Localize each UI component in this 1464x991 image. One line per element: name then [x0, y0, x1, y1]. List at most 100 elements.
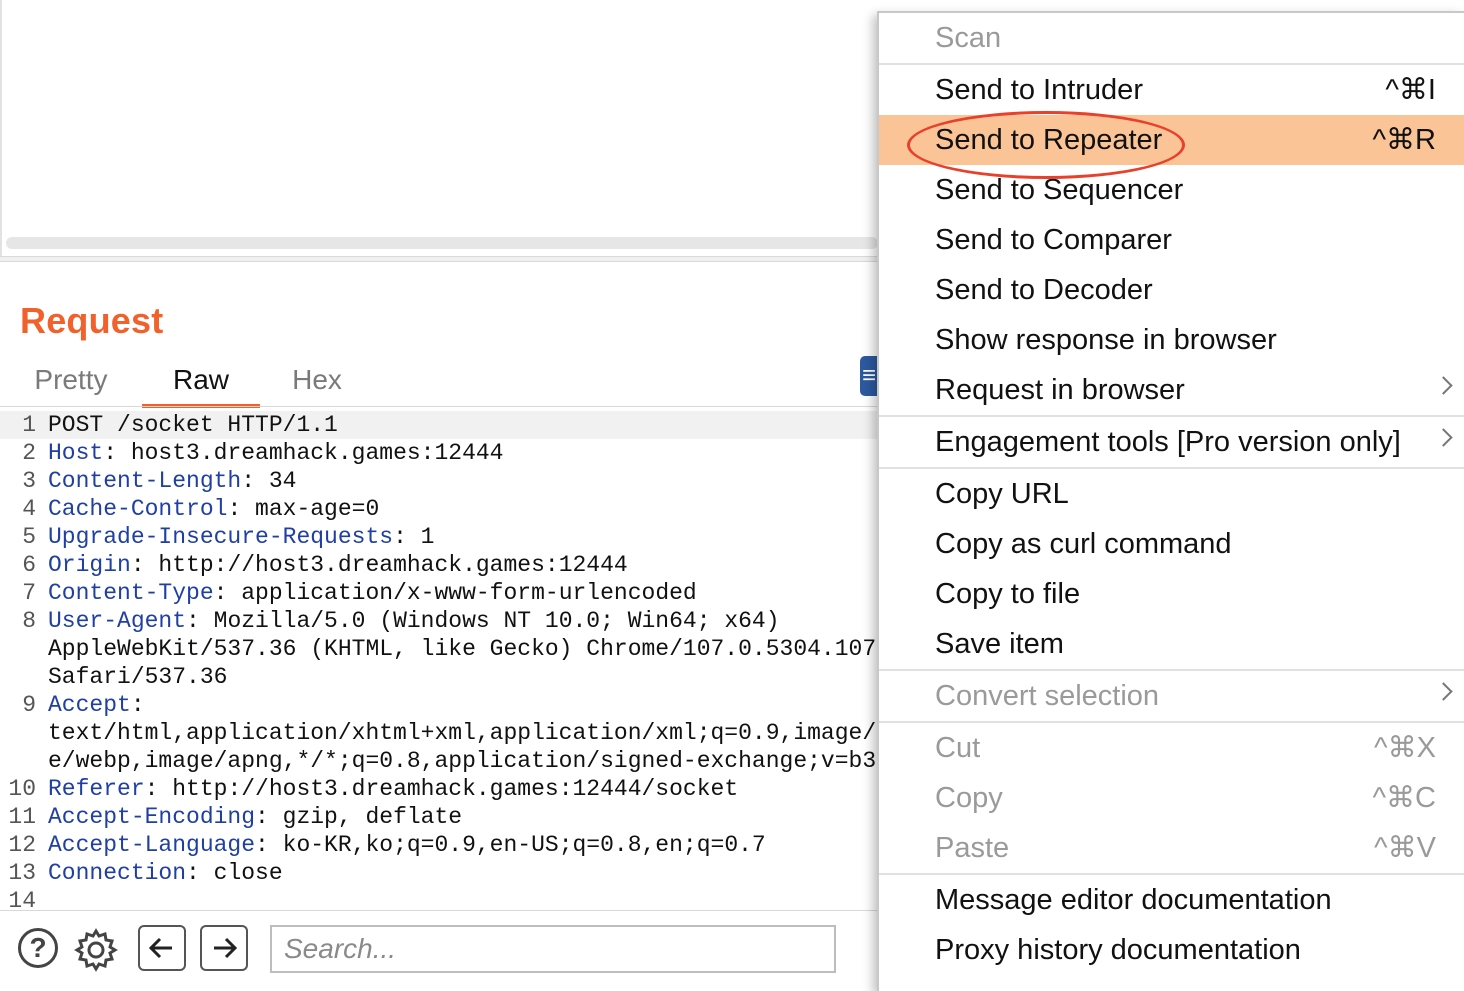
line-number: 11	[8, 804, 36, 830]
inspector-toggle-icon[interactable]: ≡	[860, 356, 878, 396]
header-name: Content-Length	[48, 468, 242, 494]
request-line[interactable]: e/webp,image/apng,*/*;q=0.8,application/…	[0, 747, 878, 775]
line-number: 4	[22, 496, 36, 522]
menu-item-label: Show response in browser	[935, 324, 1277, 356]
request-line[interactable]: AppleWebKit/537.36 (KHTML, like Gecko) C…	[0, 635, 878, 663]
menu-item-copy: Copy ^⌘C	[879, 773, 1464, 823]
menu-item-request-in-browser[interactable]: Request in browser	[879, 365, 1464, 415]
request-line[interactable]: 14	[0, 887, 878, 911]
request-line[interactable]: 11 Accept-Encoding: gzip, deflate	[0, 803, 878, 831]
request-line[interactable]: Safari/537.36	[0, 663, 878, 691]
horizontal-scrollbar[interactable]	[6, 237, 878, 249]
menu-item-label: Send to Decoder	[935, 274, 1153, 306]
header-name: Cache-Control	[48, 496, 228, 522]
line-number: 13	[8, 860, 36, 886]
request-line[interactable]: 10 Referer: http://host3.dreamhack.games:…	[0, 775, 878, 803]
pane-splitter[interactable]	[0, 256, 878, 262]
header-name: User-Agent	[48, 608, 187, 634]
chevron-right-icon	[1434, 682, 1453, 701]
chevron-right-icon	[1434, 376, 1453, 395]
request-line[interactable]: 1 POST /socket HTTP/1.1	[0, 411, 878, 439]
header-name: Accept	[48, 692, 131, 718]
arrow-left-icon	[148, 937, 172, 959]
menu-item-send-to-intruder[interactable]: Send to Intruder ^⌘I	[879, 65, 1464, 115]
menu-item-label: Copy	[935, 782, 1003, 814]
request-title: Request	[20, 300, 164, 341]
header-value: text/html,application/xhtml+xml,applicat…	[48, 720, 878, 746]
search-input[interactable]	[272, 927, 834, 971]
previous-match-button[interactable]	[138, 925, 186, 971]
header-name: Referer	[48, 776, 145, 802]
menu-item-send-to-sequencer[interactable]: Send to Sequencer	[879, 165, 1464, 215]
menu-item-show-response-in-browser[interactable]: Show response in browser	[879, 315, 1464, 365]
header-value: : ko-KR,ko;q=0.9,en-US;q=0.8,en;q=0.7	[255, 832, 766, 858]
line-number: 8	[22, 608, 36, 634]
menu-item-label: Paste	[935, 832, 1010, 864]
menu-item-copy-to-file[interactable]: Copy to file	[879, 569, 1464, 619]
header-value: :	[130, 692, 145, 718]
menu-item-cut: Cut ^⌘X	[879, 723, 1464, 773]
header-value: : 34	[241, 468, 297, 494]
request-line[interactable]: 8 User-Agent: Mozilla/5.0 (Windows NT 10.…	[0, 607, 878, 635]
request-line[interactable]: 12 Accept-Language: ko-KR,ko;q=0.9,en-US;…	[0, 831, 878, 859]
menu-item-label: Scan	[935, 22, 1002, 54]
request-line[interactable]: 4 Cache-Control: max-age=0	[0, 495, 878, 523]
header-value: : host3.dreamhack.games:12444	[103, 440, 504, 466]
menu-item-save-item[interactable]: Save item	[879, 619, 1464, 669]
menu-item-message-editor-documentation[interactable]: Message editor documentation	[879, 875, 1464, 925]
menu-item-label: Proxy history documentation	[935, 934, 1301, 966]
menu-item-paste: Paste ^⌘V	[879, 823, 1464, 873]
request-line[interactable]: 9 Accept:	[0, 691, 878, 719]
header-value: e/webp,image/apng,*/*;q=0.8,application/…	[48, 748, 878, 774]
toolbar-divider	[0, 910, 878, 911]
arrow-right-icon	[214, 937, 238, 959]
menu-item-shortcut: ^⌘R	[1372, 124, 1436, 156]
menu-item-copy-url[interactable]: Copy URL	[879, 469, 1464, 519]
tab-raw[interactable]: Raw	[142, 360, 260, 408]
header-name: Host	[48, 440, 104, 466]
settings-gear-icon[interactable]	[72, 926, 120, 974]
request-line[interactable]: 6 Origin: http://host3.dreamhack.games:12…	[0, 551, 878, 579]
header-value: : max-age=0	[227, 496, 380, 522]
header-value: : close	[186, 860, 283, 886]
line-number: 2	[22, 440, 36, 466]
request-line[interactable]: 7 Content-Type: application/x-www-form-ur…	[0, 579, 878, 607]
header-value: POST /socket HTTP/1.1	[48, 412, 338, 438]
tab-pretty[interactable]: Pretty	[22, 360, 120, 404]
chevron-right-icon	[1434, 428, 1453, 447]
line-number: 7	[22, 580, 36, 606]
menu-item-copy-as-curl-command[interactable]: Copy as curl command	[879, 519, 1464, 569]
menu-item-label: Message editor documentation	[935, 884, 1332, 916]
menu-item-label: Send to Comparer	[935, 224, 1172, 256]
line-number: 6	[22, 552, 36, 578]
request-line[interactable]: 3 Content-Length: 34	[0, 467, 878, 495]
line-number: 10	[8, 776, 36, 802]
menu-item-engagement-tools-pro-version-only[interactable]: Engagement tools [Pro version only]	[879, 417, 1464, 467]
help-icon[interactable]: ?	[18, 928, 58, 968]
menu-item-label: Copy URL	[935, 478, 1069, 510]
header-value: : Mozilla/5.0 (Windows NT 10.0; Win64; x…	[186, 608, 780, 634]
line-number: 5	[22, 524, 36, 550]
line-number: 14	[8, 888, 36, 911]
menu-item-send-to-decoder[interactable]: Send to Decoder	[879, 265, 1464, 315]
request-line[interactable]: 13 Connection: close	[0, 859, 878, 887]
header-value: : http://host3.dreamhack.games:12444	[130, 552, 628, 578]
header-name: Content-Type	[48, 580, 214, 606]
next-match-button[interactable]	[200, 925, 248, 971]
menu-item-send-to-comparer[interactable]: Send to Comparer	[879, 215, 1464, 265]
raw-request-editor[interactable]: 1 POST /socket HTTP/1.1 2 Host: host3.dream…	[0, 411, 878, 911]
tab-hex[interactable]: Hex	[278, 360, 356, 404]
line-number: 9	[22, 692, 36, 718]
line-number: 3	[22, 468, 36, 494]
menu-item-proxy-history-documentation[interactable]: Proxy history documentation	[879, 925, 1464, 975]
tabs-divider	[0, 406, 878, 407]
menu-item-convert-selection: Convert selection	[879, 671, 1464, 721]
menu-item-send-to-repeater[interactable]: Send to Repeater ^⌘R	[879, 115, 1464, 165]
menu-item-label: Send to Intruder	[935, 74, 1143, 106]
request-line[interactable]: 2 Host: host3.dreamhack.games:12444	[0, 439, 878, 467]
search-field[interactable]	[270, 925, 836, 973]
menu-item-label: Engagement tools [Pro version only]	[935, 426, 1401, 458]
request-line[interactable]: text/html,application/xhtml+xml,applicat…	[0, 719, 878, 747]
menu-item-label: Copy to file	[935, 578, 1081, 610]
request-line[interactable]: 5 Upgrade-Insecure-Requests: 1	[0, 523, 878, 551]
